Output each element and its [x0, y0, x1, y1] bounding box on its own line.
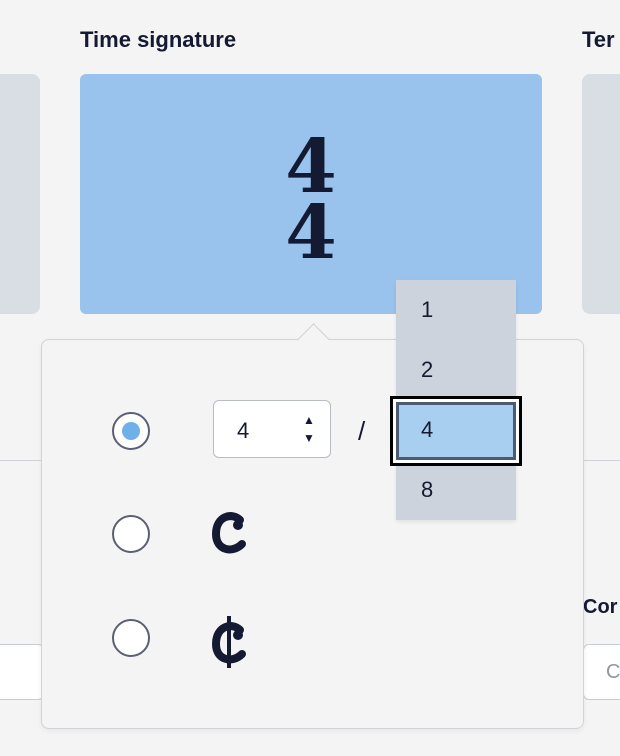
numerator-stepper[interactable]: 4 ▲ ▼ — [213, 400, 331, 458]
radio-cut-time[interactable] — [112, 619, 150, 657]
dropdown-option[interactable]: 2 — [396, 340, 516, 400]
dropdown-option-label: 8 — [421, 477, 434, 502]
divider-right — [582, 460, 620, 461]
denominator-dropdown[interactable]: 1 2 4 8 — [390, 280, 522, 520]
cor-heading: Cor — [583, 596, 618, 618]
time-signature-heading: Time signature — [80, 27, 237, 52]
fraction-slash: / — [358, 416, 366, 446]
dropdown-option-label: 4 — [421, 417, 434, 442]
radio-custom-time[interactable] — [112, 412, 150, 450]
popover-arrow — [297, 323, 330, 356]
radio-selected-dot — [122, 422, 140, 440]
spin-down-icon[interactable]: ▼ — [302, 431, 316, 445]
tempo-heading: Ter — [582, 27, 615, 52]
divider-left — [0, 460, 42, 461]
dropdown-option-label: 2 — [421, 357, 434, 382]
radio-common-time[interactable] — [112, 515, 150, 553]
dropdown-option[interactable]: 8 — [396, 460, 516, 520]
spin-up-icon[interactable]: ▲ — [302, 413, 316, 427]
previous-card[interactable] — [0, 74, 40, 314]
denominator-display: 4 — [285, 190, 337, 276]
common-time-icon — [210, 510, 250, 564]
selection-outline — [390, 396, 522, 466]
dropdown-option-label: 1 — [421, 297, 434, 322]
left-input[interactable] — [0, 644, 44, 700]
right-input[interactable]: C — [583, 644, 620, 700]
dropdown-option-selected[interactable]: 4 — [390, 396, 522, 466]
time-signature-card[interactable]: 4 4 — [80, 74, 542, 314]
right-input-placeholder: C — [606, 661, 620, 683]
dropdown-option[interactable]: 1 — [396, 280, 516, 340]
numerator-input-value: 4 — [237, 418, 250, 443]
tempo-card[interactable] — [582, 74, 620, 314]
selection-fill — [396, 402, 516, 460]
cut-time-icon — [210, 614, 250, 678]
